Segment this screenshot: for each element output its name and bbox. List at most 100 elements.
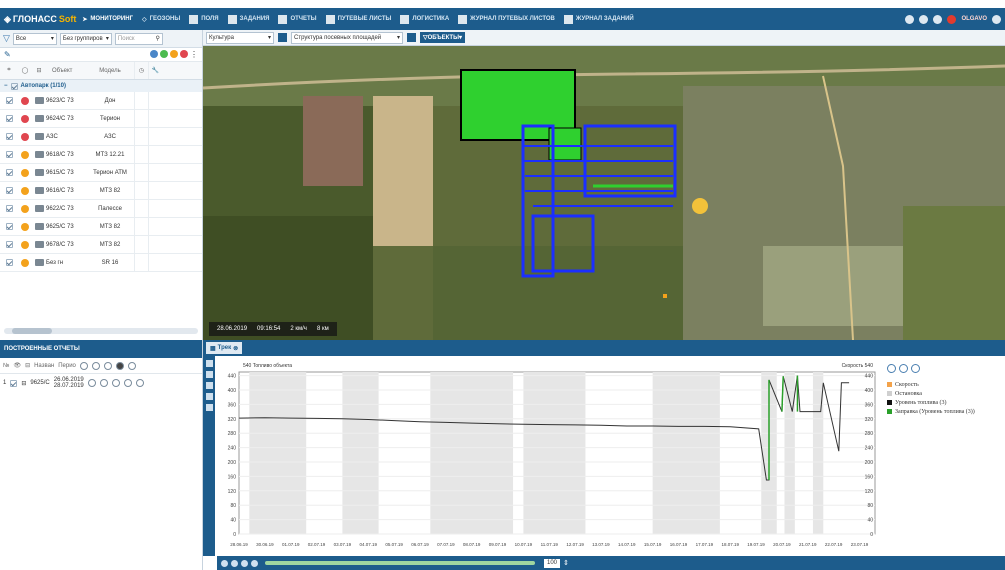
table-row[interactable]: 9625/С 73 МТЗ 82 xyxy=(0,218,202,236)
legend-info-icon[interactable] xyxy=(899,364,908,373)
col-report-name[interactable]: Назван xyxy=(34,363,54,369)
row-action[interactable] xyxy=(148,128,162,145)
grouping-select[interactable]: Без группиров ▾ xyxy=(59,32,112,45)
legend-item[interactable]: Заправка (Уровень топлива (3)) xyxy=(887,407,1003,416)
zoom-level[interactable]: 100 xyxy=(544,558,561,568)
row-checkbox[interactable] xyxy=(5,187,13,194)
filter-select[interactable]: Все ▾ xyxy=(12,32,57,45)
legend-close-icon[interactable] xyxy=(887,364,896,373)
status-blue-icon[interactable] xyxy=(150,50,158,58)
share-icon[interactable] xyxy=(103,361,112,370)
color-icon[interactable] xyxy=(123,379,132,387)
row-action[interactable] xyxy=(148,200,162,217)
fuel-chart[interactable]: 0 0 40 40 80 80 120 120 160 160 200 200 240 240 280 280… xyxy=(217,358,883,554)
row-action[interactable] xyxy=(148,236,162,253)
table-row[interactable]: 9623/С 73 Дон xyxy=(0,92,202,110)
table-row[interactable]: 9618/С 73 МТЗ 12.21 xyxy=(0,146,202,164)
nav-monitoring[interactable]: ➤ МОНИТОРИНГ xyxy=(82,16,133,23)
map-tool-icon[interactable] xyxy=(205,382,213,389)
user-name[interactable]: OLGAVO xyxy=(961,16,987,22)
row-checkbox[interactable] xyxy=(5,169,13,176)
close-icon[interactable]: ⊗ xyxy=(233,345,238,352)
col-report-period[interactable]: Перио xyxy=(58,363,76,369)
col-object[interactable]: Объект xyxy=(46,62,86,79)
logout-icon[interactable] xyxy=(992,14,1001,24)
settings-icon[interactable] xyxy=(127,361,136,370)
row-action[interactable] xyxy=(148,146,162,163)
history-icon[interactable] xyxy=(99,379,108,387)
table-row[interactable]: Без гн SR 16 xyxy=(0,254,202,272)
row-checkbox[interactable] xyxy=(5,115,13,122)
row-checkbox[interactable] xyxy=(5,259,13,266)
table-row[interactable]: 9616/С 73 МТЗ 82 xyxy=(0,182,202,200)
table-row[interactable]: 9615/С 73 Терион АТМ xyxy=(0,164,202,182)
row-action[interactable] xyxy=(148,164,162,181)
row-checkbox[interactable] xyxy=(5,223,13,230)
chart-tool-icon[interactable] xyxy=(205,360,213,367)
row-checkbox[interactable] xyxy=(5,205,13,212)
color-icon[interactable] xyxy=(115,361,124,370)
row-action[interactable] xyxy=(148,218,162,235)
table-row[interactable]: АЗС АЗС xyxy=(0,128,202,146)
play-icon[interactable] xyxy=(221,559,228,567)
objects-scrollbar[interactable] xyxy=(4,328,198,334)
status-orange-icon[interactable] xyxy=(170,50,178,58)
satellite-map[interactable]: 28.06.2019 09:16:54 2 км/ч 8 км xyxy=(203,46,1005,340)
search-input[interactable]: Поиск ⚲ xyxy=(114,32,163,45)
row-checkbox[interactable] xyxy=(5,133,13,140)
settings-icon[interactable] xyxy=(135,379,144,387)
globe-icon[interactable] xyxy=(905,14,915,24)
alert-icon[interactable] xyxy=(947,14,957,24)
export-tool-icon[interactable] xyxy=(205,393,213,400)
share-icon[interactable] xyxy=(111,379,120,387)
group-autopark[interactable]: − Автопарк (1/10) xyxy=(0,80,202,92)
map-canvas[interactable] xyxy=(203,46,1005,340)
eye-icon[interactable]: 👁 xyxy=(13,362,21,369)
select-all-icon[interactable]: ⌗ xyxy=(0,62,18,79)
app-logo[interactable]: ◈ ГЛОНАСС Soft xyxy=(4,14,76,25)
structure-icon[interactable] xyxy=(278,33,287,42)
table-row[interactable]: 9622/С 73 Палессе xyxy=(0,200,202,218)
table-tool-icon[interactable] xyxy=(205,371,213,378)
filter-icon[interactable]: ▽ xyxy=(3,33,10,44)
scrollbar-thumb[interactable] xyxy=(12,328,52,334)
timeline-slider[interactable] xyxy=(265,561,535,565)
refresh-icon[interactable] xyxy=(87,379,96,387)
table-row[interactable]: 9624/С 73 Терион xyxy=(0,110,202,128)
row-checkbox[interactable] xyxy=(5,151,13,158)
print-tool-icon[interactable] xyxy=(205,404,213,411)
layers-icon[interactable] xyxy=(407,33,416,42)
more-icon[interactable]: ⋮ xyxy=(190,50,198,59)
legend-item[interactable]: Скорость xyxy=(887,380,1003,389)
timeline-start-icon[interactable] xyxy=(251,559,258,567)
nav-logistics[interactable]: ЛОГИСТИКА xyxy=(400,14,449,24)
row-checkbox[interactable] xyxy=(5,97,13,104)
group-checkbox[interactable] xyxy=(10,82,18,90)
refresh-icon[interactable] xyxy=(79,361,88,370)
history-icon[interactable] xyxy=(91,361,100,370)
pause-icon[interactable] xyxy=(231,559,238,567)
row-action[interactable] xyxy=(148,254,162,271)
nav-reports[interactable]: ОТЧЕТЫ xyxy=(278,14,317,24)
book-icon[interactable] xyxy=(919,14,929,24)
row-action[interactable] xyxy=(148,92,162,109)
nav-waybill-journal[interactable]: ЖУРНАЛ ПУТЕВЫХ ЛИСТОВ xyxy=(458,14,555,24)
stop-icon[interactable] xyxy=(241,559,248,567)
nav-geozones[interactable]: ◇ ГЕОЗОНЫ xyxy=(142,16,180,23)
nav-fields[interactable]: ПОЛЯ xyxy=(189,14,219,24)
legend-item[interactable]: Остановка xyxy=(887,389,1003,398)
legend-item[interactable]: Уровень топлива (3) xyxy=(887,398,1003,407)
nav-tasks[interactable]: ЗАДАНИЯ xyxy=(227,14,269,24)
vehicle-marker-icon[interactable] xyxy=(692,198,708,214)
row-action[interactable] xyxy=(148,182,162,199)
col-model[interactable]: Модель xyxy=(86,62,134,79)
nav-waybills[interactable]: ПУТЕВЫЕ ЛИСТЫ xyxy=(325,14,391,24)
nav-task-journal[interactable]: ЖУРНАЛ ЗАДАНИЙ xyxy=(563,14,634,24)
legend-back-icon[interactable] xyxy=(911,364,920,373)
table-row[interactable]: 9678/С 73 МТЗ 82 xyxy=(0,236,202,254)
structure-select[interactable]: Структура посевных площадей ▾ xyxy=(291,31,403,44)
row-checkbox[interactable] xyxy=(5,241,13,248)
report-row[interactable]: 1 ⊟ 9625/С 26.06.2019 28.07.2019 xyxy=(0,374,202,392)
objects-button[interactable]: ▽ ОБЪЕКТЫ ▾ xyxy=(420,32,465,43)
pencil-icon[interactable]: ✎ xyxy=(4,50,11,59)
